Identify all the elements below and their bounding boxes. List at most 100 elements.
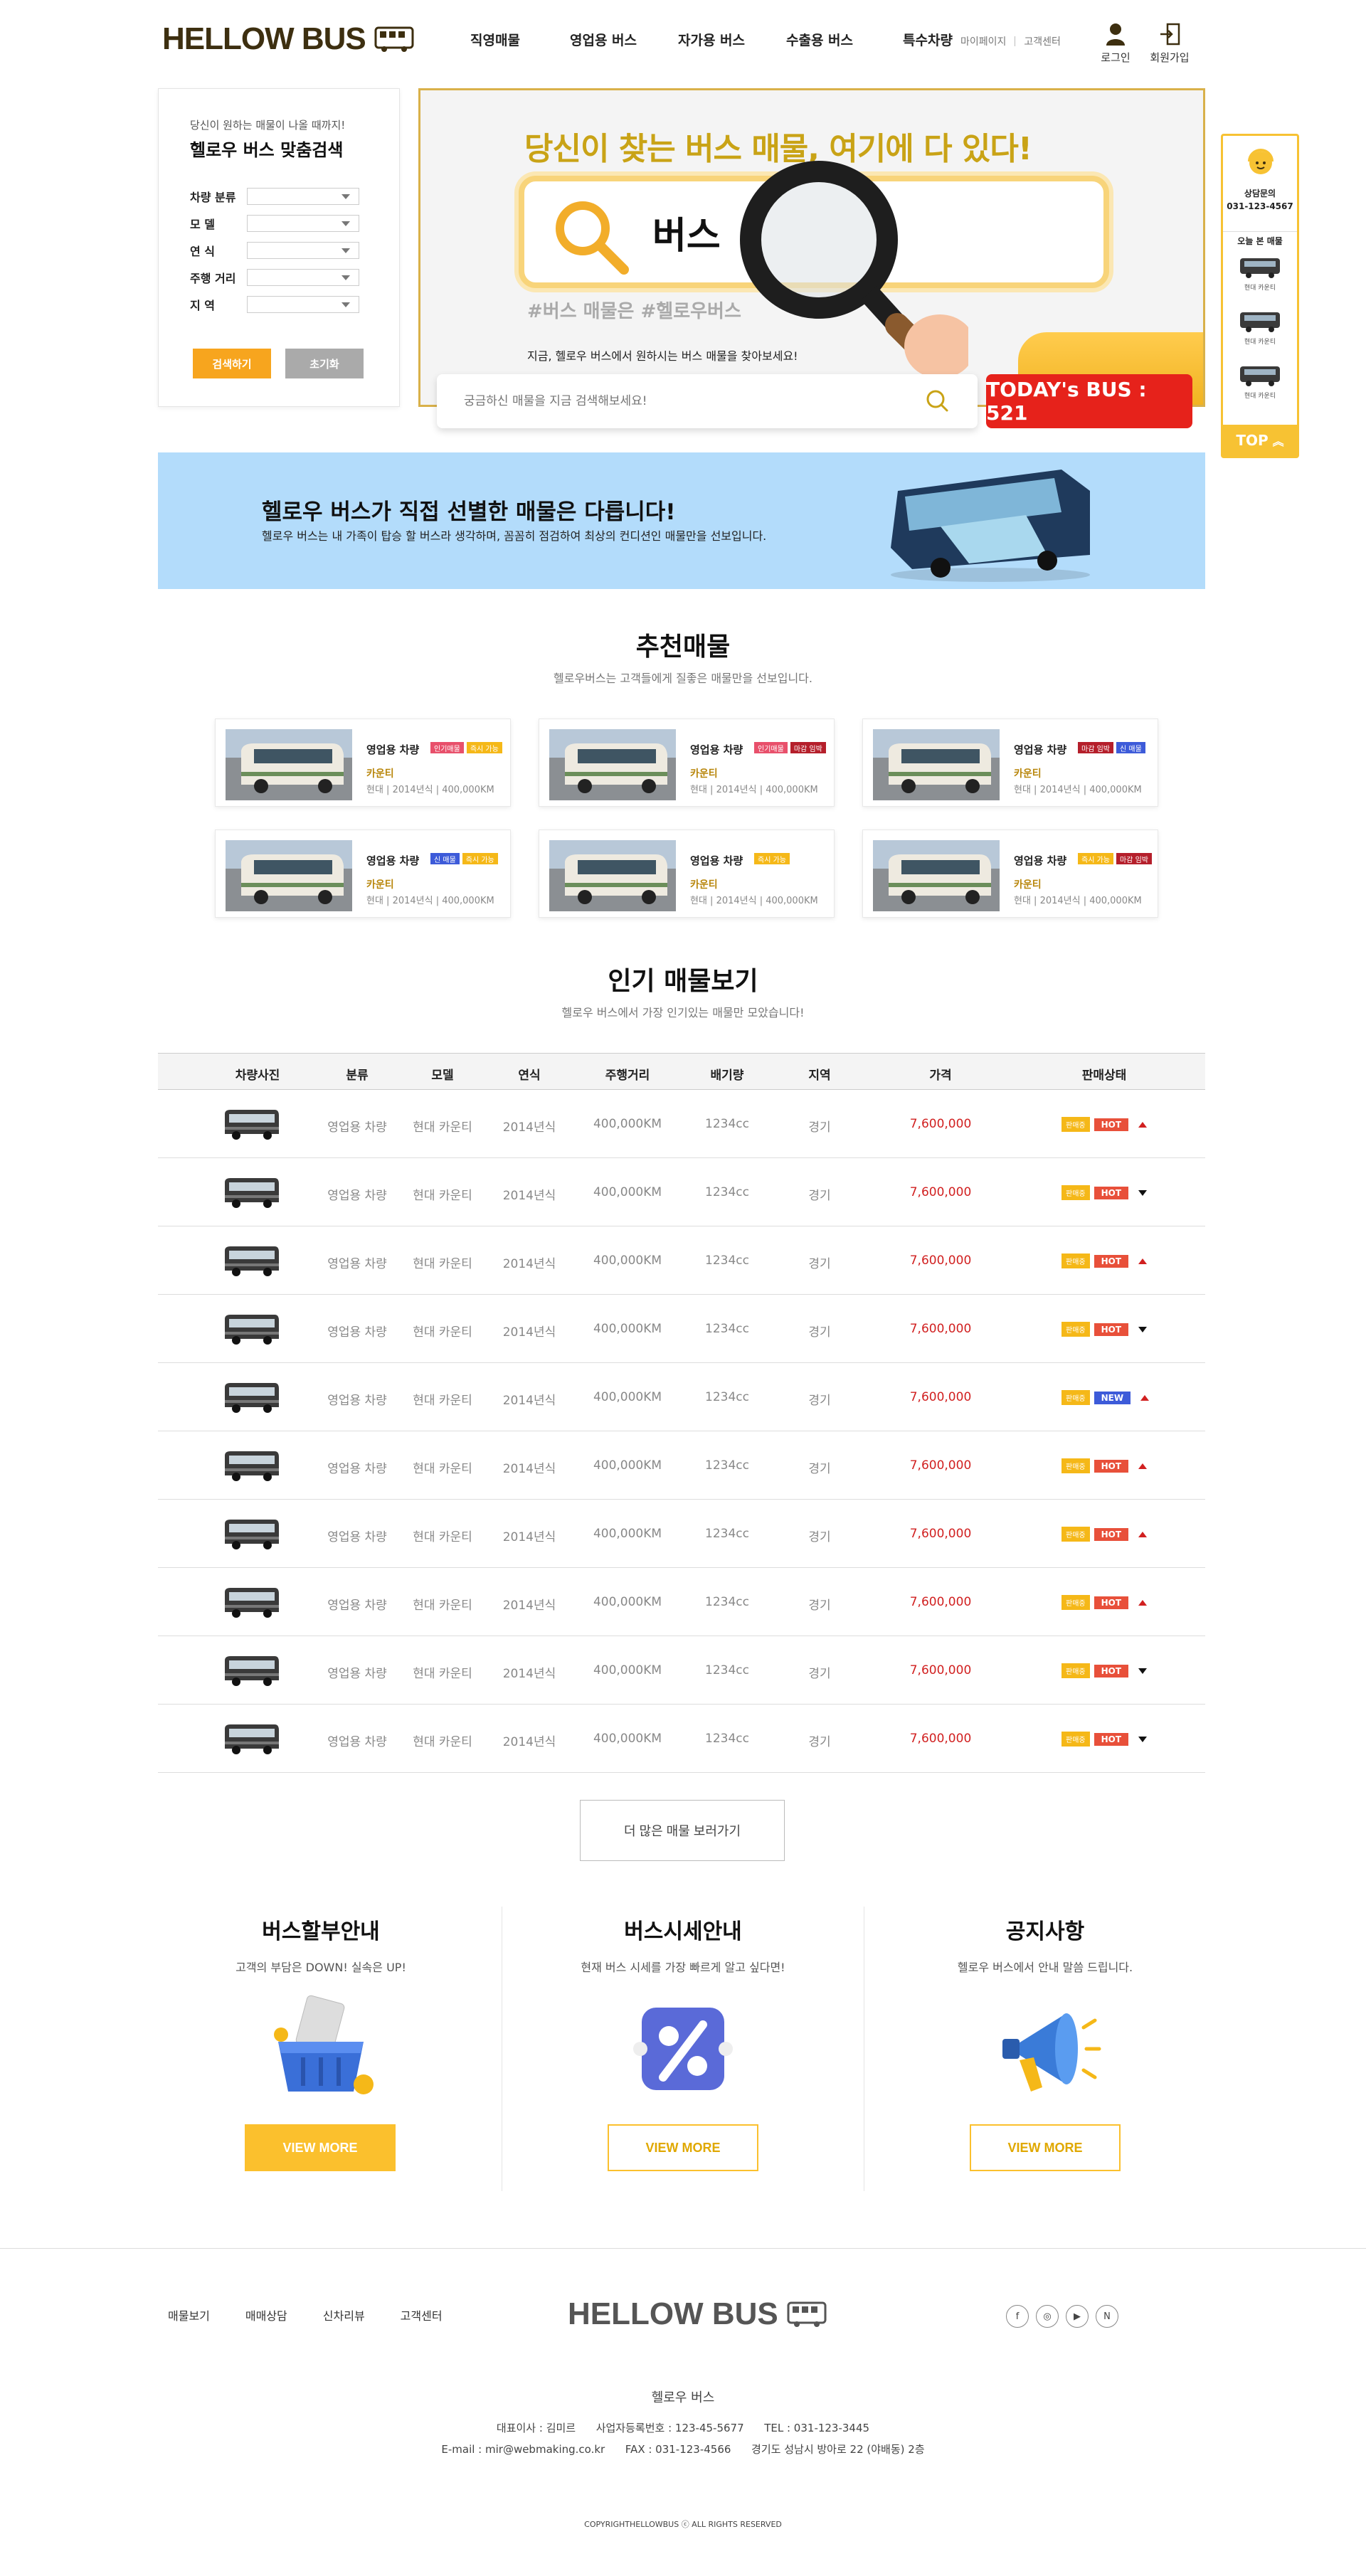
trend-up-icon <box>1138 1121 1148 1128</box>
recent-item[interactable]: 현대 카운티 <box>1239 364 1281 400</box>
cell-year: 2014년식 <box>502 1257 556 1271</box>
table-row[interactable]: 영업용 차량 현대 카운티 2014년식 400,000KM 1234cc 경기 7,600… <box>158 1636 1205 1705</box>
installment-view-more-button[interactable]: VIEW MORE <box>245 2124 396 2171</box>
bus-photo-icon <box>225 1383 279 1413</box>
recommended-card[interactable]: 영업용 차량 즉시 가능 마감 임박 카운티 현대 | 2014년식 | 400,000… <box>862 829 1158 918</box>
instagram-icon[interactable]: ◎ <box>1036 2305 1059 2328</box>
table-row[interactable]: 영업용 차량 현대 카운티 2014년식 400,000KM 1234cc 경기 7,600… <box>158 1568 1205 1636</box>
nav-direct[interactable]: 직영매물 <box>441 30 549 49</box>
cell-status: 판매중 NEW <box>1061 1390 1150 1405</box>
col-category: 분류 <box>346 1069 369 1083</box>
cell-price: 7,600,000 <box>909 1458 972 1473</box>
nav-export[interactable]: 수출용 버스 <box>766 30 874 49</box>
info-subtitle: 고객의 부담은 DOWN! 실속은 UP! <box>235 1961 406 1974</box>
bus-photo <box>873 729 1000 800</box>
recommended-card[interactable]: 영업용 차량 마감 임박 신 매물 카운티 현대 | 2014년식 | 400,000K… <box>862 719 1158 807</box>
filter-model: 모 델 <box>190 214 368 233</box>
cell-category: 영업용 차량 <box>327 1257 387 1271</box>
cs-link[interactable]: 고객센터 <box>1024 34 1061 48</box>
tag-badge: HOT <box>1094 1527 1129 1541</box>
recommended-card[interactable]: 영업용 차량 즉시 가능 카운티 현대 | 2014년식 | 400,000KM <box>539 829 835 918</box>
main-search-input[interactable] <box>437 374 978 428</box>
recommended-card[interactable]: 영업용 차량 신 매물 즉시 가능 카운티 현대 | 2014년식 | 400,000K… <box>215 829 511 918</box>
mileage-select[interactable] <box>247 269 359 286</box>
search-button[interactable]: 검색하기 <box>193 349 271 378</box>
cell-year: 2014년식 <box>502 1599 556 1613</box>
site-logo[interactable]: HELLOW BUS <box>162 21 414 57</box>
footer-link-support[interactable]: 고객센터 <box>401 2306 443 2323</box>
footer-logo-text: HELLOW BUS <box>568 2296 778 2331</box>
naver-blog-icon[interactable]: N <box>1096 2305 1118 2328</box>
table-row[interactable]: 영업용 차량 현대 카운티 2014년식 400,000KM 1234cc 경기 7,600… <box>158 1226 1205 1295</box>
footer-link-consult[interactable]: 매매상담 <box>245 2306 287 2323</box>
footer-link-listings[interactable]: 매물보기 <box>168 2306 210 2323</box>
cell-category: 영업용 차량 <box>327 1667 387 1681</box>
mypage-link[interactable]: 마이페이지 <box>960 34 1006 48</box>
tag-badge: HOT <box>1094 1596 1129 1609</box>
sale-status-badge: 판매중 <box>1061 1663 1090 1678</box>
table-row[interactable]: 영업용 차량 현대 카운티 2014년식 400,000KM 1234cc 경기 7,600… <box>158 1363 1205 1431</box>
cell-region: 경기 <box>808 1120 831 1135</box>
scroll-top-button[interactable]: TOP ︽ <box>1223 425 1297 456</box>
table-row[interactable]: 영업용 차량 현대 카운티 2014년식 400,000KM 1234cc 경기 7,600… <box>158 1295 1205 1363</box>
sale-status-badge: 판매중 <box>1061 1732 1090 1747</box>
info-market-price: 버스시세안내 현재 버스 시세를 가장 빠르게 알고 싶다면! VIEW MOR… <box>502 1907 864 2191</box>
table-row[interactable]: 영업용 차량 현대 카운티 2014년식 400,000KM 1234cc 경기 7,600… <box>158 1705 1205 1773</box>
info-notice: 공지사항 헬로우 버스에서 안내 말씀 드립니다. VIEW MORE <box>864 1907 1227 2191</box>
recent-item[interactable]: 현대 카운티 <box>1239 309 1281 346</box>
sale-status-badge: 판매중 <box>1061 1458 1090 1473</box>
cell-price: 7,600,000 <box>909 1322 972 1336</box>
reset-button[interactable]: 초기화 <box>285 349 364 378</box>
recommended-title: 추천매물 <box>635 632 731 662</box>
info-title: 버스할부안내 <box>262 1919 380 1944</box>
vehicle-type-select[interactable] <box>247 188 359 205</box>
quick-consult-label: 상담문의 <box>1244 189 1276 198</box>
table-row[interactable]: 영업용 차량 현대 카운티 2014년식 400,000KM 1234cc 경기 7,600… <box>158 1158 1205 1226</box>
bus-photo <box>226 840 352 911</box>
filter-label: 차량 분류 <box>190 191 236 204</box>
table-row[interactable]: 영업용 차량 현대 카운티 2014년식 400,000KM 1234cc 경기 7,600… <box>158 1500 1205 1568</box>
card-badges: 즉시 가능 마감 임박 <box>1078 853 1152 864</box>
filter-region: 지 역 <box>190 295 368 314</box>
footer-link-review[interactable]: 신차리뷰 <box>323 2306 365 2323</box>
market-price-view-more-button[interactable]: VIEW MORE <box>608 2124 758 2171</box>
cell-status: 판매중 HOT <box>1061 1117 1148 1132</box>
trend-up-icon <box>1140 1394 1150 1401</box>
cell-status: 판매중 HOT <box>1061 1663 1148 1678</box>
region-select[interactable] <box>247 296 359 313</box>
youtube-icon[interactable]: ▶ <box>1066 2305 1089 2328</box>
search-icon[interactable] <box>925 388 949 413</box>
trend-up-icon <box>1138 1599 1148 1606</box>
recommended-card[interactable]: 영업용 차량 인기매물 즉시 가능 카운티 현대 | 2014년식 | 400,000K… <box>215 719 511 807</box>
cell-region: 경기 <box>808 1530 831 1544</box>
sale-status-badge: 판매중 <box>1061 1117 1090 1132</box>
bus-photo <box>873 840 1000 911</box>
sale-status-badge: 판매중 <box>1061 1322 1090 1337</box>
nav-private[interactable]: 자가용 버스 <box>657 30 766 49</box>
notice-view-more-button[interactable]: VIEW MORE <box>970 2124 1121 2171</box>
hero-banner: 당신이 찾는 버스 매물, 여기에 다 있다! 버스 #버스 매물은 #헬로우버… <box>418 88 1205 407</box>
tag-badge: HOT <box>1094 1732 1129 1746</box>
login-button[interactable]: 로그인 <box>1093 23 1138 65</box>
table-row[interactable]: 영업용 차량 현대 카운티 2014년식 400,000KM 1234cc 경기 7,600… <box>158 1431 1205 1500</box>
recommended-card[interactable]: 영업용 차량 인기매물 마감 임박 카운티 현대 | 2014년식 | 400,000K… <box>539 719 835 807</box>
trend-down-icon <box>1138 1668 1148 1674</box>
shopping-basket-icon <box>274 1995 374 2094</box>
table-row[interactable]: 영업용 차량 현대 카운티 2014년식 400,000KM 1234cc 경기 7,600… <box>158 1090 1205 1158</box>
recent-item[interactable]: 현대 카운티 <box>1239 255 1281 292</box>
site-header: HELLOW BUS 직영매물 영업용 버스 자가용 버스 수출용 버스 특수차… <box>0 0 1366 85</box>
nav-commercial[interactable]: 영업용 버스 <box>549 30 657 49</box>
more-listings-button[interactable]: 더 많은 매물 보러가기 <box>580 1800 785 1861</box>
signup-button[interactable]: 회원가입 <box>1147 23 1192 65</box>
double-chevron-up-icon: ︽ <box>1272 435 1284 448</box>
col-price: 가격 <box>929 1069 952 1083</box>
footer-company: 헬로우 버스 <box>651 2390 715 2405</box>
model-select[interactable] <box>247 215 359 232</box>
cell-displacement: 1234cc <box>705 1185 749 1199</box>
footer-logo[interactable]: HELLOW BUS <box>568 2296 827 2332</box>
cell-region: 경기 <box>808 1394 831 1408</box>
facebook-icon[interactable]: f <box>1006 2305 1029 2328</box>
year-select[interactable] <box>247 242 359 259</box>
percent-trend-icon <box>633 2008 733 2090</box>
bus-photo-icon <box>225 1656 279 1686</box>
